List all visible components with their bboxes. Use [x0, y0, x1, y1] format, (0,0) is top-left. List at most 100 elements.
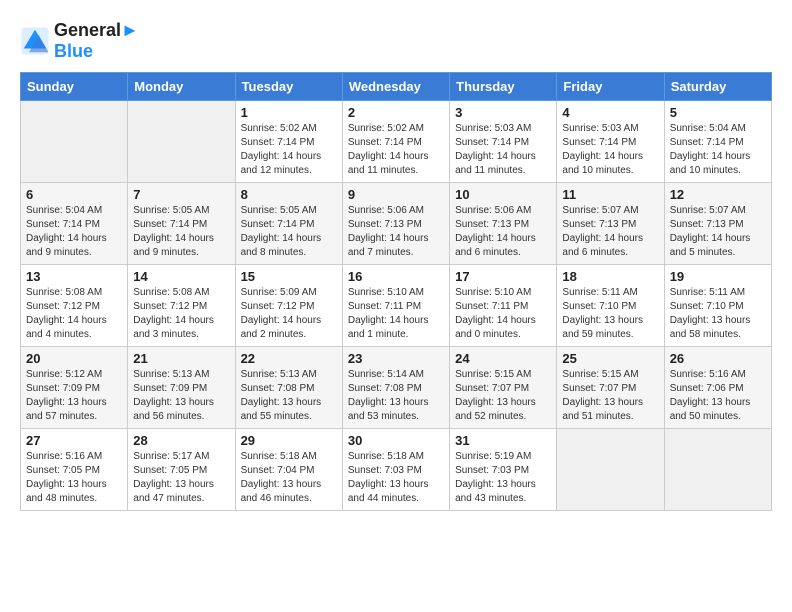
cell-info: Sunrise: 5:07 AMSunset: 7:13 PMDaylight:… — [562, 204, 658, 260]
cell-info: Sunrise: 5:18 AMSunset: 7:04 PMDaylight:… — [241, 450, 337, 506]
calendar-cell: 30 Sunrise: 5:18 AMSunset: 7:03 PMDayligh… — [342, 429, 449, 511]
calendar-cell: 15 Sunrise: 5:09 AMSunset: 7:12 PMDayligh… — [235, 265, 342, 347]
calendar-cell: 12 Sunrise: 5:07 AMSunset: 7:13 PMDayligh… — [664, 183, 771, 265]
calendar-cell: 21 Sunrise: 5:13 AMSunset: 7:09 PMDayligh… — [128, 347, 235, 429]
calendar-cell: 10 Sunrise: 5:06 AMSunset: 7:13 PMDayligh… — [450, 183, 557, 265]
day-number: 2 — [348, 105, 444, 120]
day-number: 3 — [455, 105, 551, 120]
calendar-cell: 1 Sunrise: 5:02 AMSunset: 7:14 PMDaylight… — [235, 101, 342, 183]
day-number: 9 — [348, 187, 444, 202]
column-header-monday: Monday — [128, 73, 235, 101]
day-number: 29 — [241, 433, 337, 448]
cell-info: Sunrise: 5:09 AMSunset: 7:12 PMDaylight:… — [241, 286, 337, 342]
day-number: 15 — [241, 269, 337, 284]
day-number: 22 — [241, 351, 337, 366]
calendar-cell: 2Sunrise: 5:02 AMSunset: 7:14 PMDaylight… — [342, 101, 449, 183]
logo-icon — [20, 26, 50, 56]
day-number: 27 — [26, 433, 122, 448]
calendar-cell: 5 Sunrise: 5:04 AMSunset: 7:14 PMDaylight… — [664, 101, 771, 183]
logo: General► Blue — [20, 20, 139, 62]
day-number: 10 — [455, 187, 551, 202]
cell-info: Sunrise: 5:17 AMSunset: 7:05 PMDaylight:… — [133, 450, 229, 506]
calendar-cell: 24Sunrise: 5:15 AMSunset: 7:07 PMDayligh… — [450, 347, 557, 429]
column-header-wednesday: Wednesday — [342, 73, 449, 101]
cell-info: Sunrise: 5:06 AMSunset: 7:13 PMDaylight:… — [348, 204, 444, 260]
day-number: 25 — [562, 351, 658, 366]
cell-info: Sunrise: 5:07 AMSunset: 7:13 PMDaylight:… — [670, 204, 766, 260]
calendar-cell: 6 Sunrise: 5:04 AMSunset: 7:14 PMDaylight… — [21, 183, 128, 265]
calendar-cell: 25 Sunrise: 5:15 AMSunset: 7:07 PMDayligh… — [557, 347, 664, 429]
calendar-cell — [128, 101, 235, 183]
cell-info: Sunrise: 5:02 AMSunset: 7:14 PMDaylight:… — [241, 122, 337, 178]
calendar-cell: 8 Sunrise: 5:05 AMSunset: 7:14 PMDaylight… — [235, 183, 342, 265]
day-number: 21 — [133, 351, 229, 366]
column-header-friday: Friday — [557, 73, 664, 101]
calendar-cell: 7 Sunrise: 5:05 AMSunset: 7:14 PMDaylight… — [128, 183, 235, 265]
calendar-cell — [664, 429, 771, 511]
calendar-cell: 14 Sunrise: 5:08 AMSunset: 7:12 PMDayligh… — [128, 265, 235, 347]
day-number: 13 — [26, 269, 122, 284]
calendar-cell: 3 Sunrise: 5:03 AMSunset: 7:14 PMDaylight… — [450, 101, 557, 183]
cell-info: Sunrise: 5:04 AMSunset: 7:14 PMDaylight:… — [26, 204, 122, 260]
day-number: 20 — [26, 351, 122, 366]
cell-info: Sunrise: 5:06 AMSunset: 7:13 PMDaylight:… — [455, 204, 551, 260]
calendar-cell: 13 Sunrise: 5:08 AMSunset: 7:12 PMDayligh… — [21, 265, 128, 347]
day-number: 19 — [670, 269, 766, 284]
logo-text: General► Blue — [54, 20, 139, 62]
week-row-1: 1 Sunrise: 5:02 AMSunset: 7:14 PMDaylight… — [21, 101, 772, 183]
calendar-cell: 31Sunrise: 5:19 AMSunset: 7:03 PMDayligh… — [450, 429, 557, 511]
day-number: 31 — [455, 433, 551, 448]
cell-info: Sunrise: 5:04 AMSunset: 7:14 PMDaylight:… — [670, 122, 766, 178]
calendar-cell: 22 Sunrise: 5:13 AMSunset: 7:08 PMDayligh… — [235, 347, 342, 429]
day-number: 24 — [455, 351, 551, 366]
calendar-table: SundayMondayTuesdayWednesdayThursdayFrid… — [20, 72, 772, 511]
cell-info: Sunrise: 5:18 AMSunset: 7:03 PMDaylight:… — [348, 450, 444, 506]
week-row-2: 6 Sunrise: 5:04 AMSunset: 7:14 PMDaylight… — [21, 183, 772, 265]
cell-info: Sunrise: 5:16 AMSunset: 7:06 PMDaylight:… — [670, 368, 766, 424]
calendar-cell — [21, 101, 128, 183]
cell-info: Sunrise: 5:10 AMSunset: 7:11 PMDaylight:… — [348, 286, 444, 342]
header: General► Blue — [20, 20, 772, 62]
calendar-cell: 18Sunrise: 5:11 AMSunset: 7:10 PMDayligh… — [557, 265, 664, 347]
day-number: 7 — [133, 187, 229, 202]
day-number: 6 — [26, 187, 122, 202]
cell-info: Sunrise: 5:16 AMSunset: 7:05 PMDaylight:… — [26, 450, 122, 506]
calendar-cell: 16 Sunrise: 5:10 AMSunset: 7:11 PMDayligh… — [342, 265, 449, 347]
cell-info: Sunrise: 5:03 AMSunset: 7:14 PMDaylight:… — [562, 122, 658, 178]
cell-info: Sunrise: 5:15 AMSunset: 7:07 PMDaylight:… — [562, 368, 658, 424]
day-number: 28 — [133, 433, 229, 448]
day-number: 1 — [241, 105, 337, 120]
day-number: 8 — [241, 187, 337, 202]
column-header-thursday: Thursday — [450, 73, 557, 101]
day-number: 17 — [455, 269, 551, 284]
day-number: 30 — [348, 433, 444, 448]
day-number: 5 — [670, 105, 766, 120]
column-header-tuesday: Tuesday — [235, 73, 342, 101]
column-header-saturday: Saturday — [664, 73, 771, 101]
cell-info: Sunrise: 5:08 AMSunset: 7:12 PMDaylight:… — [133, 286, 229, 342]
cell-info: Sunrise: 5:05 AMSunset: 7:14 PMDaylight:… — [133, 204, 229, 260]
calendar-cell: 23 Sunrise: 5:14 AMSunset: 7:08 PMDayligh… — [342, 347, 449, 429]
day-number: 26 — [670, 351, 766, 366]
cell-info: Sunrise: 5:13 AMSunset: 7:09 PMDaylight:… — [133, 368, 229, 424]
cell-info: Sunrise: 5:14 AMSunset: 7:08 PMDaylight:… — [348, 368, 444, 424]
calendar-cell: 28 Sunrise: 5:17 AMSunset: 7:05 PMDayligh… — [128, 429, 235, 511]
cell-info: Sunrise: 5:13 AMSunset: 7:08 PMDaylight:… — [241, 368, 337, 424]
calendar-cell: 4 Sunrise: 5:03 AMSunset: 7:14 PMDaylight… — [557, 101, 664, 183]
cell-info: Sunrise: 5:10 AMSunset: 7:11 PMDaylight:… — [455, 286, 551, 342]
cell-info: Sunrise: 5:11 AMSunset: 7:10 PMDaylight:… — [562, 286, 658, 342]
cell-info: Sunrise: 5:03 AMSunset: 7:14 PMDaylight:… — [455, 122, 551, 178]
calendar-cell: 11 Sunrise: 5:07 AMSunset: 7:13 PMDayligh… — [557, 183, 664, 265]
week-row-3: 13 Sunrise: 5:08 AMSunset: 7:12 PMDayligh… — [21, 265, 772, 347]
day-number: 12 — [670, 187, 766, 202]
day-number: 11 — [562, 187, 658, 202]
cell-info: Sunrise: 5:05 AMSunset: 7:14 PMDaylight:… — [241, 204, 337, 260]
calendar-cell: 17 Sunrise: 5:10 AMSunset: 7:11 PMDayligh… — [450, 265, 557, 347]
day-number: 16 — [348, 269, 444, 284]
day-number: 4 — [562, 105, 658, 120]
calendar-cell: 29 Sunrise: 5:18 AMSunset: 7:04 PMDayligh… — [235, 429, 342, 511]
day-number: 23 — [348, 351, 444, 366]
day-number: 14 — [133, 269, 229, 284]
cell-info: Sunrise: 5:08 AMSunset: 7:12 PMDaylight:… — [26, 286, 122, 342]
calendar-cell: 26 Sunrise: 5:16 AMSunset: 7:06 PMDayligh… — [664, 347, 771, 429]
